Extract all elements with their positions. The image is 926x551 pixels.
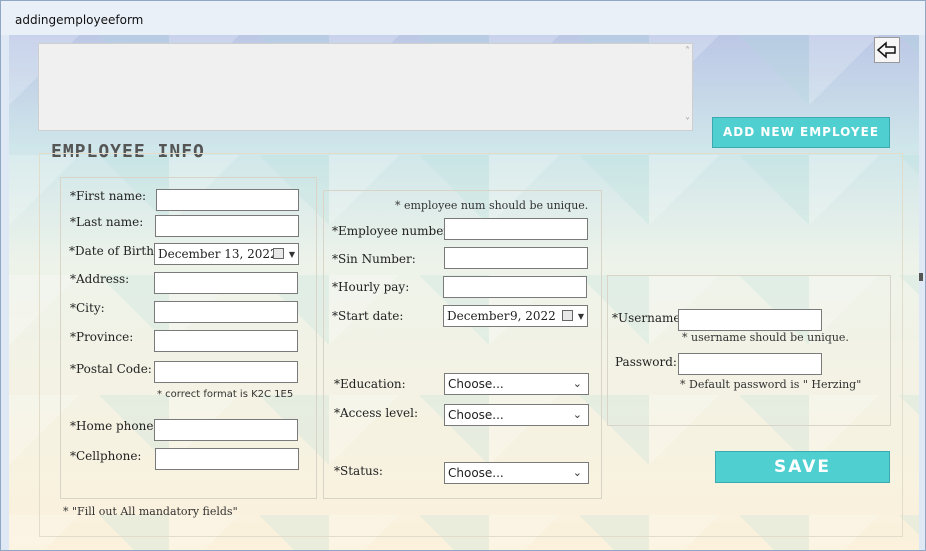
province-input[interactable] <box>154 330 298 352</box>
city-label: *City: <box>70 301 105 315</box>
scroll-down-icon[interactable]: ˅ <box>685 117 690 128</box>
username-note: * username should be unique. <box>682 331 849 344</box>
postal-code-label: *Postal Code: <box>70 362 152 376</box>
window-title: addingemployeeform <box>15 13 144 27</box>
back-arrow-icon <box>876 41 896 59</box>
password-label: Password: <box>615 355 677 369</box>
chevron-down-icon: ⌄ <box>572 377 582 390</box>
dob-value: December 13, 2022 <box>158 247 278 261</box>
back-button[interactable] <box>874 37 900 63</box>
sin-number-label: *Sin Number: <box>332 252 416 266</box>
hourly-pay-input[interactable] <box>443 276 587 298</box>
last-name-label: *Last name: <box>70 215 144 229</box>
access-level-select[interactable]: Choose... ⌄ <box>444 404 589 426</box>
address-label: *Address: <box>70 272 130 286</box>
hourly-pay-label: *Hourly pay: <box>332 280 410 294</box>
access-level-label: *Access level: <box>334 406 419 420</box>
start-month: December <box>447 309 510 323</box>
account-group <box>607 275 891 426</box>
first-name-input[interactable] <box>156 189 299 211</box>
form-client-area: ˄ ˅ ADD NEW EMPLOYEE EMPLOYEE INFO *Firs… <box>9 35 919 550</box>
last-name-input[interactable] <box>155 215 299 237</box>
add-new-employee-button[interactable]: ADD NEW EMPLOYEE <box>712 117 890 148</box>
dropdown-arrow-icon[interactable]: ▼ <box>289 245 295 265</box>
province-label: *Province: <box>70 330 134 344</box>
message-textarea[interactable]: ˄ ˅ <box>38 43 693 131</box>
status-select[interactable]: Choose... ⌄ <box>444 462 589 484</box>
window: addingemployeeform ˄ ˅ ADD NEW EMPLOYEE … <box>0 0 926 551</box>
password-note: * Default password is " Herzing" <box>680 378 862 391</box>
chevron-down-icon: ⌄ <box>572 466 582 479</box>
password-input[interactable] <box>678 353 822 375</box>
save-button[interactable]: SAVE <box>715 451 890 483</box>
status-label: *Status: <box>334 464 383 478</box>
employee-number-note: * employee num should be unique. <box>395 199 589 212</box>
dob-label: *Date of Birth: <box>69 244 158 258</box>
education-select[interactable]: Choose... ⌄ <box>444 373 589 395</box>
mandatory-fields-note: * "Fill out All mandatory fields" <box>63 505 238 518</box>
scroll-up-icon[interactable]: ˄ <box>685 46 690 57</box>
employee-number-label: *Employee number: <box>332 224 454 238</box>
address-input[interactable] <box>154 272 298 294</box>
dob-date-picker[interactable]: December 13, 2022 ▼ <box>154 243 299 265</box>
start-date-picker[interactable]: December 9, 2022 ▼ <box>443 305 588 327</box>
postal-code-input[interactable] <box>154 361 298 383</box>
home-phone-label: *Home phone: <box>70 419 158 433</box>
postal-format-note: * correct format is K2C 1E5 <box>157 389 294 400</box>
title-bar: addingemployeeform <box>1 1 925 35</box>
dropdown-arrow-icon[interactable]: ▼ <box>578 307 584 327</box>
sin-number-input[interactable] <box>444 247 588 269</box>
city-input[interactable] <box>154 301 298 323</box>
calendar-icon[interactable] <box>562 310 573 321</box>
cellphone-input[interactable] <box>155 448 299 470</box>
username-label: *Username: <box>612 311 685 325</box>
education-label: *Education: <box>334 377 406 391</box>
chevron-down-icon: ⌄ <box>572 408 582 421</box>
start-date-label: *Start date: <box>332 309 404 323</box>
calendar-icon[interactable] <box>273 248 284 259</box>
cellphone-label: *Cellphone: <box>70 449 142 463</box>
first-name-label: *First name: <box>70 189 147 203</box>
home-phone-input[interactable] <box>154 419 298 441</box>
resize-grip[interactable] <box>919 273 923 281</box>
start-day-year: 9, 2022 <box>510 309 556 323</box>
username-input[interactable] <box>678 309 822 331</box>
employee-number-input[interactable] <box>444 218 588 240</box>
